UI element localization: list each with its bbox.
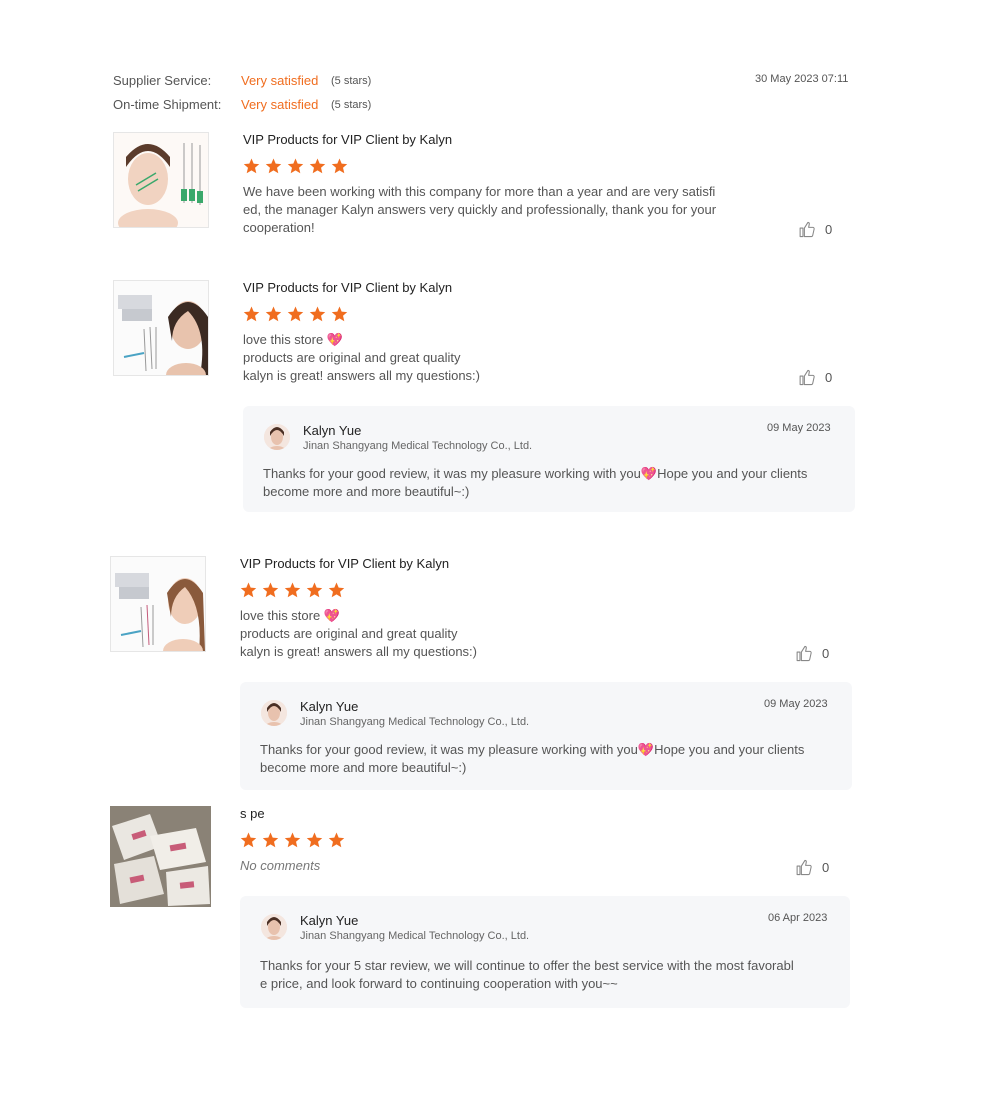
product-thumbnail[interactable] <box>113 280 209 387</box>
reply-author: Kalyn Yue <box>303 423 362 438</box>
star-rating <box>239 581 346 599</box>
star-icon <box>240 832 257 848</box>
review-title: VIP Products for VIP Client by Kalyn <box>240 556 450 571</box>
ontime-shipment-label: On-time Shipment: <box>113 97 222 112</box>
reply-text: Thanks for your 5 star review, we will c… <box>260 957 845 993</box>
review-body: We have been working with this company f… <box>243 183 763 237</box>
supplier-reply: Kalyn Yue Jinan Shangyang Medical Techno… <box>240 682 852 790</box>
star-icon <box>262 832 279 848</box>
avatar <box>264 424 290 450</box>
reply-author: Kalyn Yue <box>300 913 359 928</box>
thumbs-up-icon <box>796 645 812 662</box>
reply-line: become more and more beautiful~:) <box>263 484 470 499</box>
star-icon <box>262 582 279 598</box>
product-model-image <box>111 557 205 663</box>
face-threads-image <box>114 133 208 237</box>
review-line: kalyn is great! answers all my questions… <box>240 644 477 659</box>
product-thumbnail[interactable] <box>110 806 211 907</box>
star-rating <box>242 157 349 175</box>
star-icon <box>328 582 345 598</box>
star-rating <box>242 305 349 323</box>
review-line: products are original and great quality <box>240 626 458 641</box>
like-count: 0 <box>825 222 833 237</box>
review-line: kalyn is great! answers all my questions… <box>243 368 480 383</box>
reply-line: Thanks for your good review, it was my p… <box>263 466 808 481</box>
avatar <box>261 914 287 940</box>
reply-date: 09 May 2023 <box>767 422 831 434</box>
product-packages-image <box>110 806 211 907</box>
review-title: VIP Products for VIP Client by Kalyn <box>243 132 453 147</box>
ontime-shipment-stars: (5 stars) <box>331 99 372 111</box>
review-line: love this store 💖 <box>240 608 341 623</box>
like-count: 0 <box>822 646 830 661</box>
supplier-service-label: Supplier Service: <box>113 73 212 88</box>
review-title: VIP Products for VIP Client by Kalyn <box>243 280 453 295</box>
reply-text: Thanks for your good review, it was my p… <box>263 465 843 501</box>
reply-line: Thanks for your 5 star review, we will c… <box>260 958 794 973</box>
reply-date: 09 May 2023 <box>764 698 828 710</box>
review-title: s pe <box>240 806 265 821</box>
star-icon <box>309 306 326 322</box>
product-thumbnail[interactable] <box>110 556 206 663</box>
star-icon <box>331 306 348 322</box>
star-rating <box>239 831 346 849</box>
star-icon <box>240 582 257 598</box>
star-icon <box>284 832 301 848</box>
review-line: ed, the manager Kalyn answers very quick… <box>243 202 717 217</box>
product-thumbnail[interactable] <box>113 132 209 237</box>
star-icon <box>309 158 326 174</box>
ontime-shipment-value: Very satisfied <box>241 97 319 112</box>
supplier-service-value: Very satisfied <box>241 73 319 88</box>
reply-line: e price, and look forward to continuing … <box>260 976 618 991</box>
reply-date: 06 Apr 2023 <box>768 912 828 924</box>
reply-company: Jinan Shangyang Medical Technology Co., … <box>300 930 530 942</box>
thumbs-up-icon <box>799 369 815 386</box>
reply-line: Thanks for your good review, it was my p… <box>260 742 805 757</box>
star-icon <box>331 158 348 174</box>
star-icon <box>287 158 304 174</box>
like-button[interactable]: 0 <box>798 221 832 238</box>
reply-author: Kalyn Yue <box>300 699 359 714</box>
supplier-service-stars: (5 stars) <box>331 75 372 87</box>
like-button[interactable]: 0 <box>795 645 829 662</box>
review-body: love this store 💖 products are original … <box>243 331 763 385</box>
review-line: cooperation! <box>243 220 315 235</box>
reply-line: become more and more beautiful~:) <box>260 760 467 775</box>
thumbs-up-icon <box>796 859 812 876</box>
no-comments-text: No comments <box>240 858 321 873</box>
like-count: 0 <box>822 860 830 875</box>
like-count: 0 <box>825 370 833 385</box>
star-icon <box>265 306 282 322</box>
review-body: love this store 💖 products are original … <box>240 607 760 661</box>
thumbs-up-icon <box>799 221 815 238</box>
like-button[interactable]: 0 <box>795 859 829 876</box>
star-icon <box>243 306 260 322</box>
star-icon <box>243 158 260 174</box>
star-icon <box>287 306 304 322</box>
reply-company: Jinan Shangyang Medical Technology Co., … <box>300 716 530 728</box>
product-model-image <box>114 281 208 387</box>
review-line: We have been working with this company f… <box>243 184 716 199</box>
star-icon <box>306 582 323 598</box>
supplier-reply: Kalyn Yue Jinan Shangyang Medical Techno… <box>243 406 855 512</box>
review-line: love this store 💖 <box>243 332 344 347</box>
star-icon <box>265 158 282 174</box>
reply-company: Jinan Shangyang Medical Technology Co., … <box>303 440 533 452</box>
star-icon <box>284 582 301 598</box>
star-icon <box>306 832 323 848</box>
star-icon <box>328 832 345 848</box>
review-date: 30 May 2023 07:11 <box>755 73 849 85</box>
like-button[interactable]: 0 <box>798 369 832 386</box>
reply-text: Thanks for your good review, it was my p… <box>260 741 840 777</box>
avatar <box>261 700 287 726</box>
supplier-reply: Kalyn Yue Jinan Shangyang Medical Techno… <box>240 896 850 1008</box>
review-line: products are original and great quality <box>243 350 461 365</box>
